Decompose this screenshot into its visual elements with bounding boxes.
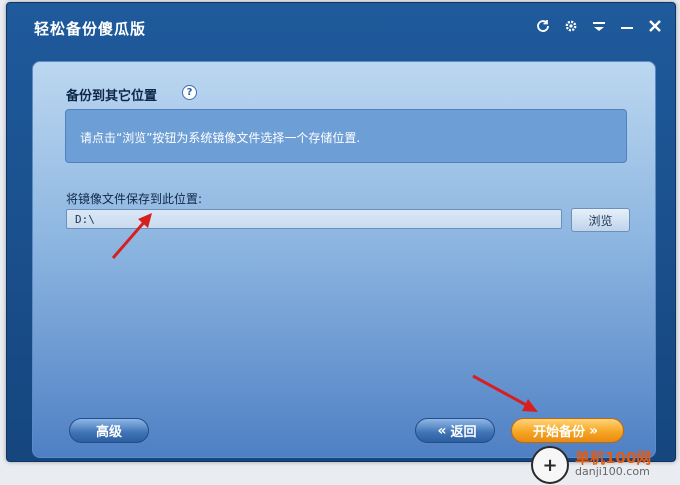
start-backup-label: 开始备份 — [532, 425, 585, 440]
info-text: 请点击“浏览”按钮为系统镜像文件选择一个存储位置. — [80, 131, 361, 145]
backup-window: 轻松备份傻瓜版 备份到其它位置 ? 请点击“浏览”按钮为系统镜像文件选择一个存储… — [6, 2, 676, 462]
gear-icon[interactable] — [559, 13, 583, 39]
save-path-input[interactable] — [66, 209, 562, 229]
menu-icon[interactable] — [587, 13, 611, 39]
help-icon[interactable]: ? — [182, 85, 197, 100]
back-button-label: 返回 — [450, 425, 477, 440]
chevron-left-icon: « — [437, 422, 447, 439]
browse-button[interactable]: 浏览 — [571, 208, 630, 232]
title-bar-controls — [531, 13, 667, 39]
start-backup-button[interactable]: 开始备份 » — [511, 418, 624, 443]
advanced-button-label: 高级 — [95, 425, 122, 440]
minimize-icon[interactable] — [615, 13, 639, 39]
watermark-logo-icon: + — [531, 446, 569, 484]
back-button[interactable]: « 返回 — [415, 418, 495, 443]
save-location-label: 将镜像文件保存到此位置: — [66, 192, 203, 206]
advanced-button[interactable]: 高级 — [69, 418, 149, 443]
section-title: 备份到其它位置 — [66, 89, 158, 104]
close-icon[interactable] — [643, 13, 667, 39]
title-bar: 轻松备份傻瓜版 — [7, 3, 675, 53]
content-panel: 备份到其它位置 ? 请点击“浏览”按钮为系统镜像文件选择一个存储位置. 将镜像文… — [32, 61, 656, 458]
refresh-icon[interactable] — [531, 13, 555, 39]
chevron-right-icon: » — [588, 422, 599, 439]
watermark-en: danji100.com — [575, 465, 650, 478]
watermark-cn: 单机100网 — [575, 449, 652, 467]
app-title: 轻松备份傻瓜版 — [34, 20, 147, 38]
info-box: 请点击“浏览”按钮为系统镜像文件选择一个存储位置. — [65, 109, 627, 163]
watermark-text: 单机100网 danji100.com — [575, 451, 651, 479]
watermark: + 单机100网 danji100.com — [531, 446, 651, 484]
